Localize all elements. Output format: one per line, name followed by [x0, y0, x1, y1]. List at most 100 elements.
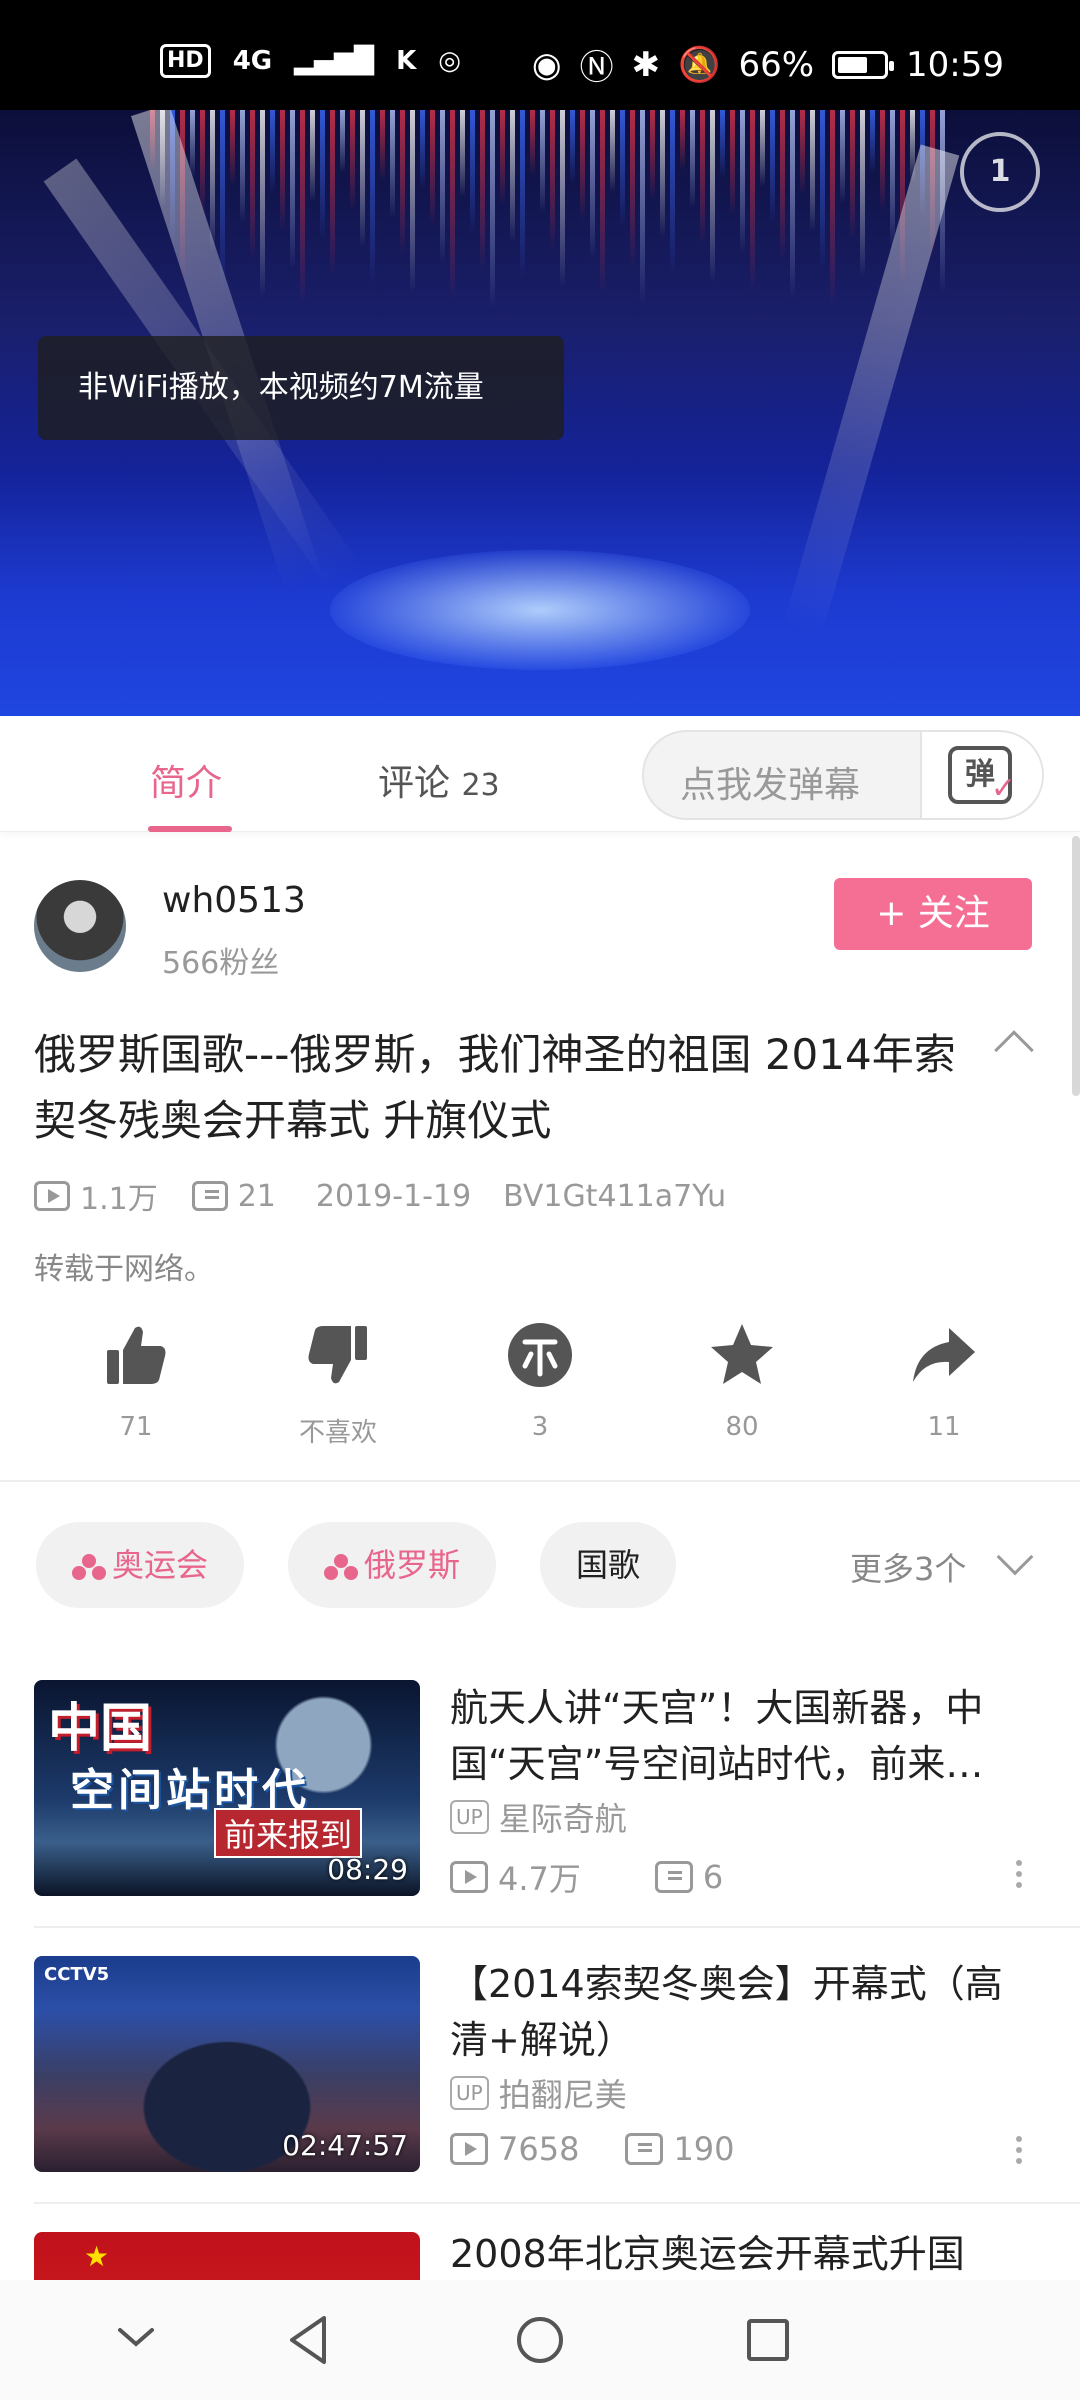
list-item[interactable]: ★ 2008年北京奥运会开幕式升国 [0, 2232, 1080, 2280]
light-beam [690, 110, 695, 208]
light-beam [310, 110, 315, 202]
light-beam [270, 110, 275, 194]
video-duration: 08:29 [327, 1853, 408, 1886]
light-beam [490, 110, 495, 308]
light-beam [210, 110, 215, 252]
video-thumbnail[interactable]: ★ [34, 2232, 420, 2280]
avatar[interactable] [34, 880, 126, 972]
battery-fill [838, 56, 868, 73]
more-tags-button[interactable]: 更多3个 [850, 1544, 966, 1590]
nfc-icon: Ⓝ [579, 48, 614, 88]
bvid: BV1Gt411a7Yu [503, 1178, 727, 1214]
video-thumbnail[interactable]: CCTV5 02:47:57 [34, 1956, 420, 2172]
play-count-icon [450, 2133, 488, 2165]
rec-title[interactable]: 航天人讲“天宫”！大国新器，中国“天宫”号空间站时代，前来… [450, 1680, 1040, 1792]
thumbs-up-icon [107, 1326, 166, 1384]
share-button[interactable]: 11 [874, 1320, 1014, 1442]
channel-icon [72, 1554, 106, 1580]
danmaku-toggle-button[interactable]: 弹 ✓ [920, 732, 1042, 818]
light-beam [710, 110, 715, 282]
light-beam [450, 110, 455, 300]
light-beam [380, 110, 385, 181]
list-item[interactable]: 中国 空间站时代 前来报到 08:29 航天人讲“天宫”！大国新器，中国“天宫”… [0, 1680, 1080, 1956]
share-icon [913, 1328, 975, 1382]
tag-label: 奥运会 [112, 1546, 209, 1584]
back-icon[interactable] [284, 2314, 334, 2366]
light-beam [550, 110, 555, 250]
clock: 10:59 [906, 44, 1004, 85]
tag-anthem[interactable]: 国歌 [540, 1522, 677, 1608]
thumb-title-line1: 中国 [48, 1699, 153, 1759]
coin-button[interactable]: 3 [470, 1320, 610, 1442]
light-beam [240, 110, 245, 223]
thumbs-down-icon [308, 1326, 367, 1384]
collapse-icon[interactable] [994, 1030, 1034, 1070]
light-beam [880, 110, 885, 211]
list-item[interactable]: CCTV5 02:47:57 【2014索契冬奥会】开幕式（高清+解说） UP 拍… [0, 1956, 1080, 2232]
chevron-down-icon[interactable] [114, 2322, 158, 2352]
favorite-count: 80 [725, 1412, 759, 1442]
light-beam [780, 110, 785, 261]
light-beam [580, 110, 585, 221]
hd-icon: HD [160, 44, 211, 78]
light-beam [400, 110, 405, 255]
light-beam [190, 110, 195, 178]
tag-label: 国歌 [576, 1546, 641, 1584]
k-icon: K [396, 46, 417, 76]
rec-title[interactable]: 【2014索契冬奥会】开幕式（高清+解说） [450, 1956, 1040, 2068]
tab-comments[interactable]: 评论 23 [378, 754, 500, 806]
follow-button[interactable]: + 关注 [834, 878, 1032, 950]
light-beam [260, 110, 265, 297]
dislike-button[interactable]: 不喜欢 [268, 1320, 408, 1449]
light-beam [350, 110, 355, 210]
uploader-name[interactable]: wh0513 [162, 880, 306, 921]
light-beam [770, 110, 775, 224]
light-beam [820, 110, 825, 269]
comments-count: 23 [461, 768, 500, 803]
light-beam [730, 110, 735, 216]
video-duration: 02:47:57 [282, 2129, 408, 2162]
scrollbar[interactable] [1072, 836, 1080, 1096]
light-beam [660, 110, 665, 237]
rec-uploader[interactable]: UP 拍翻尼美 [450, 2070, 627, 2116]
stage-center [330, 550, 750, 670]
light-beam [330, 110, 335, 276]
mute-icon: 🔕 [678, 44, 721, 85]
light-beam [440, 110, 445, 263]
tab-intro[interactable]: 简介 [150, 754, 222, 806]
light-beam [620, 110, 625, 229]
tv-channel-logo: 1 [960, 132, 1040, 212]
coin-count: 3 [531, 1412, 549, 1442]
rec-uploader[interactable]: UP 星际奇航 [450, 1794, 627, 1840]
light-beam [810, 110, 815, 232]
more-options-icon[interactable] [1016, 2136, 1022, 2142]
rec-uploader-name: 星际奇航 [498, 1800, 627, 1838]
danmaku-input[interactable]: 点我发弹幕 [680, 756, 860, 808]
rec-title[interactable]: 2008年北京奥运会开幕式升国 [450, 2232, 1040, 2280]
light-beam [520, 110, 525, 279]
tag-olympics[interactable]: 奥运会 [36, 1522, 245, 1608]
light-beam [320, 110, 325, 239]
recents-icon[interactable] [744, 2316, 792, 2364]
tag-russia[interactable]: 俄罗斯 [288, 1522, 497, 1608]
chevron-down-icon[interactable] [996, 1538, 1034, 1576]
data-usage-toast: 非WiFi播放，本视频约7M流量 [38, 336, 564, 440]
video-player[interactable]: 1 非WiFi播放，本视频约7M流量 [0, 110, 1080, 716]
share-count: 11 [927, 1412, 961, 1442]
light-beam [840, 110, 845, 203]
rec-uploader-name: 拍翻尼美 [498, 2076, 627, 2114]
light-beam [590, 110, 595, 258]
like-count: 71 [119, 1412, 153, 1442]
rec-stats: 4.7万 6 [450, 1854, 723, 1900]
light-beam [560, 110, 565, 287]
like-button[interactable]: 71 [66, 1320, 206, 1442]
home-icon[interactable] [514, 2314, 566, 2366]
action-row: 71 不喜欢 3 80 11 [0, 1320, 1080, 1448]
light-beam [460, 110, 465, 197]
video-thumbnail[interactable]: 中国 空间站时代 前来报到 08:29 [34, 1680, 420, 1896]
tag-label: 俄罗斯 [364, 1546, 461, 1584]
light-beam [510, 110, 515, 242]
more-options-icon[interactable] [1016, 1860, 1022, 1866]
light-beam [340, 110, 345, 173]
favorite-button[interactable]: 80 [672, 1320, 812, 1442]
